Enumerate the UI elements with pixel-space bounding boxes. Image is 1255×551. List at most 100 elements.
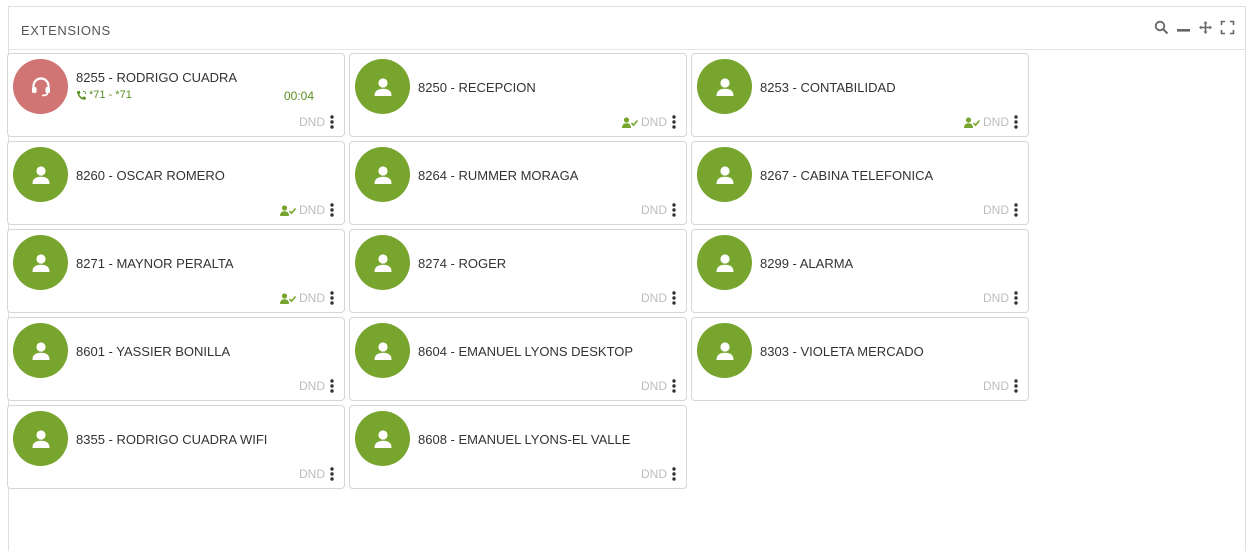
extension-avatar [13,59,68,114]
extension-card[interactable]: 8608 - EMANUEL LYONS-EL VALLE DND [349,405,687,489]
extension-card[interactable]: 8264 - RUMMER MORAGA DND [349,141,687,225]
dnd-label[interactable]: DND [641,291,667,305]
user-icon [30,252,52,274]
extension-label: 8271 - MAYNOR PERALTA [76,256,234,271]
move-icon[interactable] [1197,19,1213,35]
extension-avatar [355,235,410,290]
user-icon [372,76,394,98]
minimize-icon[interactable] [1175,19,1191,35]
extension-card[interactable]: 8355 - RODRIGO CUADRA WIFI DND [7,405,345,489]
extension-avatar [355,411,410,466]
extension-label: 8250 - RECEPCION [418,80,536,95]
extension-card[interactable]: 8260 - OSCAR ROMERO DND [7,141,345,225]
dnd-label[interactable]: DND [983,379,1009,393]
headset-icon [29,75,53,99]
extension-card[interactable]: 8299 - ALARMA DND [691,229,1029,313]
extension-card[interactable]: 8604 - EMANUEL LYONS DESKTOP DND [349,317,687,401]
user-check-icon [622,116,638,128]
dnd-label[interactable]: DND [299,467,325,481]
dnd-label[interactable]: DND [983,203,1009,217]
extension-avatar [13,323,68,378]
dnd-label[interactable]: DND [641,379,667,393]
user-icon [372,340,394,362]
user-icon [372,164,394,186]
card-footer: DND [641,467,678,481]
more-options-icon[interactable] [1012,115,1020,129]
card-footer: DND [280,203,336,217]
dnd-label[interactable]: DND [641,115,667,129]
active-call-info: *71 - *71 [76,89,132,101]
more-options-icon[interactable] [670,115,678,129]
extension-label: 8267 - CABINA TELEFONICA [760,168,934,183]
extension-card[interactable]: 8271 - MAYNOR PERALTA DND [7,229,345,313]
user-check-icon [280,204,296,216]
fullscreen-icon[interactable] [1219,19,1235,35]
more-options-icon[interactable] [1012,203,1020,217]
extensions-grid: 8255 - RODRIGO CUADRA DND *71 - *71 00:04… [7,53,1029,489]
user-icon [372,428,394,450]
dnd-label[interactable]: DND [299,379,325,393]
dnd-label[interactable]: DND [299,115,325,129]
panel-title: EXTENSIONS [21,23,111,38]
user-icon [714,164,736,186]
card-footer: DND [641,379,678,393]
card-footer: DND [299,115,336,129]
extension-avatar [355,147,410,202]
extension-label: 8253 - CONTABILIDAD [760,80,896,95]
extension-label: 8274 - ROGER [418,256,507,271]
call-timer: 00:04 [283,89,314,103]
panel-tools [1153,19,1235,35]
extension-card[interactable]: 8601 - YASSIER BONILLA DND [7,317,345,401]
user-icon [30,428,52,450]
extension-label: 8303 - VIOLETA MERCADO [760,344,924,359]
more-options-icon[interactable] [1012,379,1020,393]
call-label: *71 - *71 [89,89,132,101]
card-footer: DND [622,115,678,129]
more-options-icon[interactable] [328,115,336,129]
more-options-icon[interactable] [328,291,336,305]
extension-card[interactable]: 8255 - RODRIGO CUADRA DND *71 - *71 00:04 [7,53,345,137]
dnd-label[interactable]: DND [299,203,325,217]
extension-label: 8608 - EMANUEL LYONS-EL VALLE [418,432,631,447]
user-icon [714,340,736,362]
more-options-icon[interactable] [670,379,678,393]
extension-card[interactable]: 8250 - RECEPCION DND [349,53,687,137]
more-options-icon[interactable] [328,203,336,217]
extension-avatar [697,59,752,114]
user-icon [714,76,736,98]
extension-label: 8604 - EMANUEL LYONS DESKTOP [418,344,634,359]
more-options-icon[interactable] [1012,291,1020,305]
card-footer: DND [983,379,1020,393]
extension-label: 8260 - OSCAR ROMERO [76,168,225,183]
dnd-label[interactable]: DND [983,291,1009,305]
dnd-label[interactable]: DND [641,203,667,217]
extension-card[interactable]: 8267 - CABINA TELEFONICA DND [691,141,1029,225]
more-options-icon[interactable] [670,467,678,481]
dnd-label[interactable]: DND [641,467,667,481]
card-footer: DND [641,291,678,305]
extension-card[interactable]: 8303 - VIOLETA MERCADO DND [691,317,1029,401]
more-options-icon[interactable] [328,467,336,481]
extension-card[interactable]: 8253 - CONTABILIDAD DND [691,53,1029,137]
extension-label: 8299 - ALARMA [760,256,854,271]
extension-card[interactable]: 8274 - ROGER DND [349,229,687,313]
card-footer: DND [280,291,336,305]
extension-avatar [355,323,410,378]
user-icon [372,252,394,274]
phone-ringing-icon [76,90,87,101]
extension-avatar [13,411,68,466]
extension-label: 8255 - RODRIGO CUADRA [76,70,238,85]
search-icon[interactable] [1153,19,1169,35]
card-footer: DND [964,115,1020,129]
user-icon [30,340,52,362]
card-footer: DND [641,203,678,217]
card-footer: DND [299,467,336,481]
more-options-icon[interactable] [670,291,678,305]
card-footer: DND [983,203,1020,217]
extension-avatar [13,235,68,290]
dnd-label[interactable]: DND [299,291,325,305]
user-check-icon [964,116,980,128]
more-options-icon[interactable] [670,203,678,217]
dnd-label[interactable]: DND [983,115,1009,129]
more-options-icon[interactable] [328,379,336,393]
